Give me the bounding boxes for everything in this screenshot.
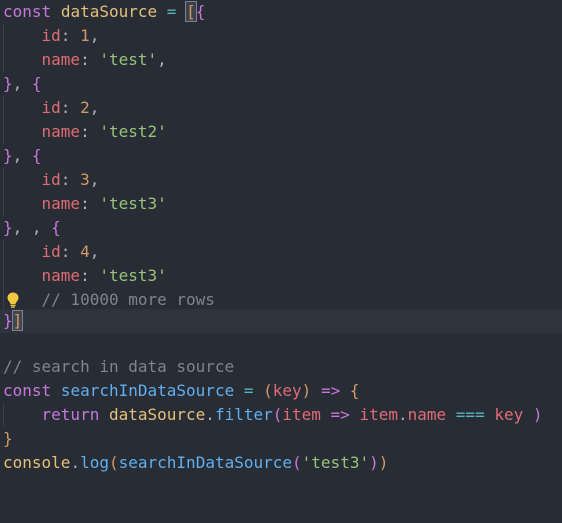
colon: : [60,242,71,261]
code-line-11[interactable]: id: 4, [0,240,562,264]
comment: // search in data source [3,357,235,376]
lightbulb-icon[interactable] [4,291,22,309]
keyword-const: const [3,2,52,21]
colon: : [80,194,90,213]
code-line-8[interactable]: id: 3, [0,168,562,192]
brace-close: } [3,74,13,93]
comma: , [89,26,100,45]
brace-close: } [3,218,13,237]
identifier-item: item [359,405,398,424]
paren-close: ) [301,381,312,400]
code-line-7[interactable]: }, { [0,144,562,168]
string-literal: 'test2' [99,122,167,141]
comma: , [12,146,32,165]
code-line-3[interactable]: name: 'test', [0,48,562,72]
brace-open: { [51,218,61,237]
code-line-9[interactable]: name: 'test3' [0,192,562,216]
paren-open: ( [263,381,273,400]
comment: // 10000 more rows [41,290,215,309]
code-line-4[interactable]: }, { [0,72,562,96]
brace-close: } [3,429,13,448]
comma: , [31,218,52,237]
paren-close: ) [378,453,389,472]
identifier-function: searchInDataSource [60,381,235,400]
comma: , [157,50,167,69]
code-line-17[interactable]: const searchInDataSource = (key) => { [0,379,562,403]
dot: . [397,405,408,424]
number-literal: 3 [80,170,90,189]
brace-open: { [31,74,42,93]
operator-assign: = [166,2,177,21]
dot: . [70,453,81,472]
colon: : [60,26,71,45]
property-name: name [41,266,81,285]
string-literal: 'test' [99,50,158,69]
method-filter: filter [214,405,273,424]
comma: , [12,74,32,93]
string-literal: 'test3' [99,266,167,285]
keyword-return: return [41,405,100,424]
code-line-15[interactable] [0,333,562,357]
parameter-item: item [282,405,321,424]
code-line-18[interactable]: return dataSource.filter(item => item.na… [0,403,562,427]
code-line-16[interactable]: // search in data source [0,355,562,379]
colon: : [80,50,90,69]
operator-arrow: => [320,381,341,400]
code-line-10[interactable]: }, , { [0,216,562,240]
operator-arrow: => [330,405,350,424]
brace-open: { [349,381,360,400]
bracket-open-matched: [ [185,1,197,22]
brace-open: { [31,146,42,165]
operator-strict-equal: === [455,405,485,424]
code-line-19[interactable]: } [0,427,562,451]
bracket-close-matched: ] [11,310,24,331]
property-id: id [41,170,61,189]
property-name: name [41,122,81,141]
number-literal: 1 [80,26,90,45]
comma: , [12,218,32,237]
comma: , [89,98,100,117]
parameter-key: key [272,381,302,400]
comma: , [89,170,100,189]
property-name: name [407,405,447,424]
number-literal: 2 [80,98,90,117]
code-line-5[interactable]: id: 2, [0,96,562,120]
code-line-14-current[interactable]: }] [0,309,562,333]
property-id: id [41,98,61,117]
property-id: id [41,242,61,261]
number-literal: 4 [80,242,90,261]
property-id: id [41,26,61,45]
identifier-console: console [3,453,71,472]
keyword-const: const [3,381,52,400]
paren-close: ) [532,405,543,424]
comma: , [89,242,100,261]
paren-open: ( [292,453,302,472]
identifier-function: searchInDataSource [118,453,293,472]
colon: : [60,170,71,189]
dot: . [205,405,215,424]
property-name: name [41,50,81,69]
identifier-dataSource: dataSource [60,2,158,21]
string-literal: 'test3' [301,453,370,472]
property-name: name [41,194,81,213]
brace-open: { [195,2,206,21]
code-line-12[interactable]: name: 'test3' [0,264,562,288]
colon: : [80,266,90,285]
paren-close: ) [369,453,379,472]
colon: : [80,122,90,141]
brace-close: } [3,146,13,165]
string-literal: 'test3' [99,194,167,213]
code-line-1[interactable]: const dataSource = [{ [0,0,562,24]
paren-open: ( [272,405,283,424]
brace-close: } [3,311,13,330]
method-log: log [80,453,109,472]
paren-open: ( [108,453,119,472]
identifier-key: key [494,405,524,424]
code-editor[interactable]: const dataSource = [{ id: 1, name: 'test… [0,0,562,481]
code-line-6[interactable]: name: 'test2' [0,120,562,144]
identifier-dataSource: dataSource [108,405,206,424]
code-line-20[interactable]: console.log(searchInDataSource('test3')) [0,451,562,475]
colon: : [60,98,71,117]
code-line-2[interactable]: id: 1, [0,24,562,48]
